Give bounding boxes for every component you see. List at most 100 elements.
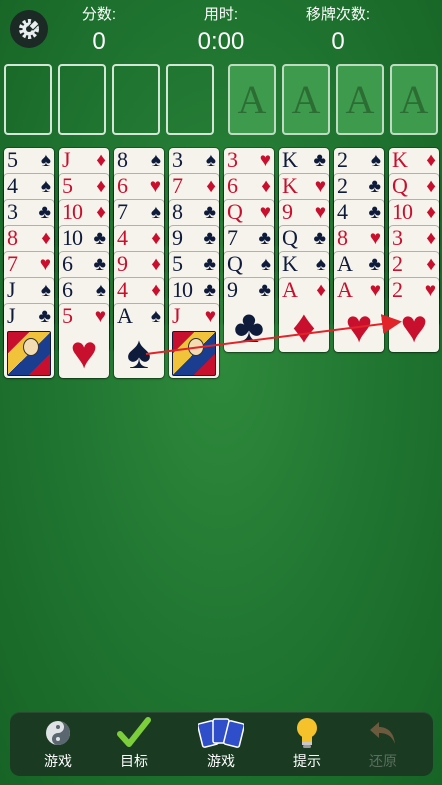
game-menu-button[interactable]: 游戏 [25, 714, 91, 774]
club-suit-icon: ♣ [38, 306, 51, 327]
diamond-suit-icon: ♦ [96, 176, 106, 197]
club-suit-icon: ♣ [368, 202, 381, 223]
spade-large-suit-icon: ♠ [126, 327, 152, 378]
foundation-label: A [237, 77, 267, 122]
card-rank: 5 [172, 252, 183, 276]
hint-button[interactable]: 提示 [274, 714, 340, 774]
diamond-suit-icon: ♦ [96, 150, 106, 171]
card-rank: 8 [337, 226, 348, 250]
diamond-suit-icon: ♦ [41, 228, 51, 249]
spade-suit-icon: ♠ [150, 150, 161, 171]
diamond-suit-icon: ♦ [316, 280, 326, 301]
card-rank: 3 [392, 226, 403, 250]
face-card-artwork [172, 331, 216, 376]
card-rank: J [7, 304, 16, 328]
toolbar-label: 还原 [369, 753, 397, 769]
lightbulb-icon [297, 718, 317, 748]
card-rank: 2 [392, 252, 403, 276]
face-card-artwork [7, 331, 51, 376]
diamond-suit-icon: ♦ [96, 202, 106, 223]
club-suit-icon: ♣ [313, 228, 326, 249]
toolbar-label: 提示 [293, 753, 321, 769]
card-rank: 8 [7, 226, 18, 250]
free-cell-3[interactable] [112, 64, 160, 135]
club-suit-icon: ♣ [368, 176, 381, 197]
settings-button[interactable] [10, 10, 48, 48]
card-rank: K [282, 148, 298, 172]
free-cell-1[interactable] [4, 64, 52, 135]
moves-label: 移牌次数: [305, 6, 371, 23]
card-rank: 4 [337, 200, 348, 224]
card-rank: 7 [7, 252, 18, 276]
card-rank: 6 [62, 252, 73, 276]
heart-suit-icon: ♥ [39, 254, 51, 275]
score-value: 0 [92, 28, 106, 55]
card-rank: K [392, 148, 408, 172]
card-2-of-hearts[interactable]: 2 ♥ ♥ [389, 278, 439, 352]
spade-suit-icon: ♠ [95, 280, 106, 301]
undo-button[interactable]: 还原 [350, 714, 416, 774]
heart-suit-icon: ♥ [149, 176, 161, 197]
card-9-of-clubs[interactable]: 9 ♣ ♣ [224, 278, 274, 352]
card-rank: 9 [117, 252, 128, 276]
checkmark-icon [117, 717, 151, 747]
club-suit-icon: ♣ [313, 150, 326, 171]
club-suit-icon: ♣ [203, 228, 216, 249]
card-rank: Q [227, 200, 243, 224]
card-rank: Q [227, 252, 243, 276]
card-rank: 10 [62, 200, 83, 224]
card-rank: 5 [62, 304, 73, 328]
game-spiral-icon [46, 721, 70, 745]
spade-suit-icon: ♠ [40, 176, 51, 197]
diamond-suit-icon: ♦ [426, 150, 436, 171]
card-rank: 6 [227, 174, 238, 198]
card-rank: 4 [7, 174, 18, 198]
foundation-4[interactable]: A [390, 64, 438, 135]
card-rank: Q [392, 174, 408, 198]
heart-large-suit-icon: ♥ [70, 327, 98, 378]
diamond-suit-icon: ♦ [151, 254, 161, 275]
diamond-suit-icon: ♦ [426, 254, 436, 275]
score-display: 分数: 0 [44, 6, 154, 58]
card-j-of-hearts[interactable]: J ♥ [169, 304, 219, 378]
card-rank: 6 [117, 174, 128, 198]
heart-large-suit-icon: ♥ [400, 301, 428, 352]
card-a-of-hearts[interactable]: A ♥ ♥ [334, 278, 384, 352]
free-cell-4[interactable] [166, 64, 214, 135]
card-rank: 9 [282, 200, 293, 224]
card-5-of-hearts[interactable]: 5 ♥ ♥ [59, 304, 109, 378]
goals-button[interactable]: 目标 [101, 714, 167, 774]
diamond-suit-icon: ♦ [426, 176, 436, 197]
spade-suit-icon: ♠ [150, 306, 161, 327]
diamond-suit-icon: ♦ [151, 280, 161, 301]
club-suit-icon: ♣ [93, 228, 106, 249]
free-cell-2[interactable] [58, 64, 106, 135]
card-rank: 3 [7, 200, 18, 224]
spade-suit-icon: ♠ [260, 254, 271, 275]
card-rank: J [7, 278, 16, 302]
card-rank: 7 [172, 174, 183, 198]
club-suit-icon: ♣ [203, 280, 216, 301]
card-rank: 2 [337, 148, 348, 172]
card-rank: 9 [227, 278, 238, 302]
card-rank: 9 [172, 226, 183, 250]
card-rank: 10 [392, 200, 413, 224]
club-suit-icon: ♣ [38, 202, 51, 223]
foundation-2[interactable]: A [282, 64, 330, 135]
club-suit-icon: ♣ [203, 254, 216, 275]
card-a-of-spades[interactable]: A ♠ ♠ [114, 304, 164, 378]
spade-suit-icon: ♠ [40, 150, 51, 171]
card-rank: J [172, 304, 181, 328]
heart-suit-icon: ♥ [259, 150, 271, 171]
new-game-button[interactable]: 游戏 [188, 714, 254, 774]
spade-suit-icon: ♠ [40, 280, 51, 301]
foundation-3[interactable]: A [336, 64, 384, 135]
club-suit-icon: ♣ [258, 228, 271, 249]
card-rank: 10 [62, 226, 83, 250]
foundation-1[interactable]: A [228, 64, 276, 135]
heart-suit-icon: ♥ [314, 202, 326, 223]
card-a-of-diamonds[interactable]: A ♦ ♦ [279, 278, 329, 352]
card-rank: 7 [117, 200, 128, 224]
card-j-of-clubs[interactable]: J ♣ [4, 304, 54, 378]
diamond-suit-icon: ♦ [426, 228, 436, 249]
